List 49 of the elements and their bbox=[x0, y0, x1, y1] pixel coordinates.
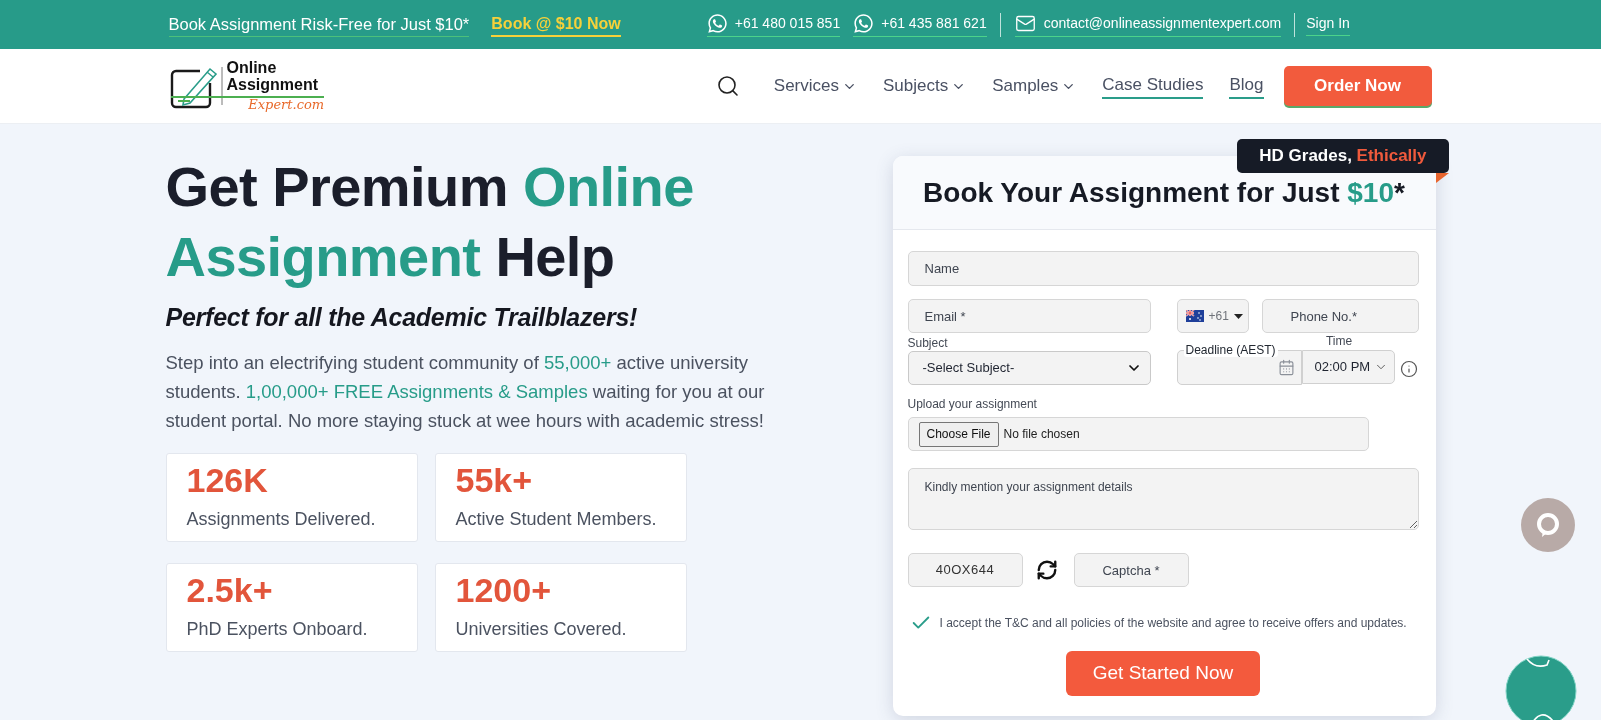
hero-intro: Step into an electrifying student community of 55,000+ active university students. 1,00,000+ FREE Assignments & Samples waiting for you at our student portal. No more staying stuck at wee hours with academic stress! bbox=[165, 351, 766, 433]
email-field[interactable]: Email * bbox=[907, 299, 1151, 333]
captcha-code: 40OX644 bbox=[907, 553, 1023, 587]
choose-file-button[interactable]: Choose File bbox=[918, 421, 999, 447]
subject-label: Subject bbox=[907, 335, 949, 351]
deadline-field[interactable]: Deadline (AEST) bbox=[1176, 343, 1302, 385]
nav-link[interactable]: Case Studies bbox=[1102, 73, 1204, 99]
caret-down-icon bbox=[1233, 313, 1243, 319]
name-field[interactable]: Name bbox=[907, 251, 1419, 286]
country-code-select[interactable]: +61 bbox=[1176, 299, 1249, 333]
logo-domain: Expert.com bbox=[248, 98, 325, 112]
form-title: Book Your Assignment for Just $10* bbox=[923, 175, 1405, 210]
consent-text: I accept the T&C and all policies of the website and agree to receive offers and updates. bbox=[939, 615, 1407, 631]
search-icon[interactable] bbox=[715, 74, 740, 98]
time-label: Time bbox=[1325, 333, 1353, 350]
stat-label: PhD Experts Onboard. bbox=[186, 618, 368, 641]
chat-bubble-icon[interactable] bbox=[1520, 497, 1576, 553]
grade-badge: HD Grades, Ethically bbox=[1237, 139, 1449, 173]
info-icon[interactable] bbox=[1399, 360, 1418, 378]
stat-label: Active Student Members. bbox=[455, 508, 657, 531]
phone-chat-icon bbox=[706, 12, 728, 34]
stat-label: Universities Covered. bbox=[455, 618, 627, 641]
subject-select[interactable]: -Select Subject- bbox=[907, 351, 1151, 385]
refresh-icon[interactable] bbox=[1035, 559, 1058, 581]
promo-text: Book Assignment Risk-Free for Just $10* bbox=[168, 12, 470, 37]
calendar-icon[interactable] bbox=[1277, 359, 1295, 376]
details-field[interactable]: Kindly mention your assignment details bbox=[907, 468, 1419, 530]
stat-value: 126K bbox=[186, 462, 268, 498]
nav-dropdown[interactable]: Services bbox=[773, 74, 857, 98]
stat-value: 1200+ bbox=[455, 572, 551, 608]
nav-dropdown[interactable]: Subjects bbox=[883, 74, 967, 98]
file-status-text: No file chosen bbox=[1003, 426, 1080, 443]
stat-value: 55k+ bbox=[455, 462, 533, 498]
widget-launcher-icon[interactable] bbox=[1505, 655, 1577, 720]
stat-value: 2.5k+ bbox=[186, 572, 273, 608]
phone-field[interactable]: Phone No.* bbox=[1261, 299, 1419, 333]
upload-label: Upload your assignment bbox=[907, 397, 1038, 412]
phone-chat-icon bbox=[853, 12, 875, 34]
nav-dropdown[interactable]: Samples bbox=[992, 74, 1077, 98]
flag-icon bbox=[1185, 310, 1204, 322]
hero-subtitle: Perfect for all the Academic Trailblazers! bbox=[165, 302, 639, 332]
ribbon-fold-icon bbox=[1435, 173, 1449, 183]
hero-title: Get Premium Online Assignment Help bbox=[165, 154, 695, 290]
time-select[interactable]: 02:00 PM bbox=[1301, 350, 1395, 384]
nav-link[interactable]: Blog bbox=[1229, 73, 1264, 99]
captcha-field[interactable]: Captcha * bbox=[1073, 553, 1189, 587]
file-upload-field[interactable]: Choose File No file chosen bbox=[907, 417, 1369, 451]
stat-label: Assignments Delivered. bbox=[186, 508, 376, 531]
logo-name: Online Assignment bbox=[226, 59, 319, 93]
